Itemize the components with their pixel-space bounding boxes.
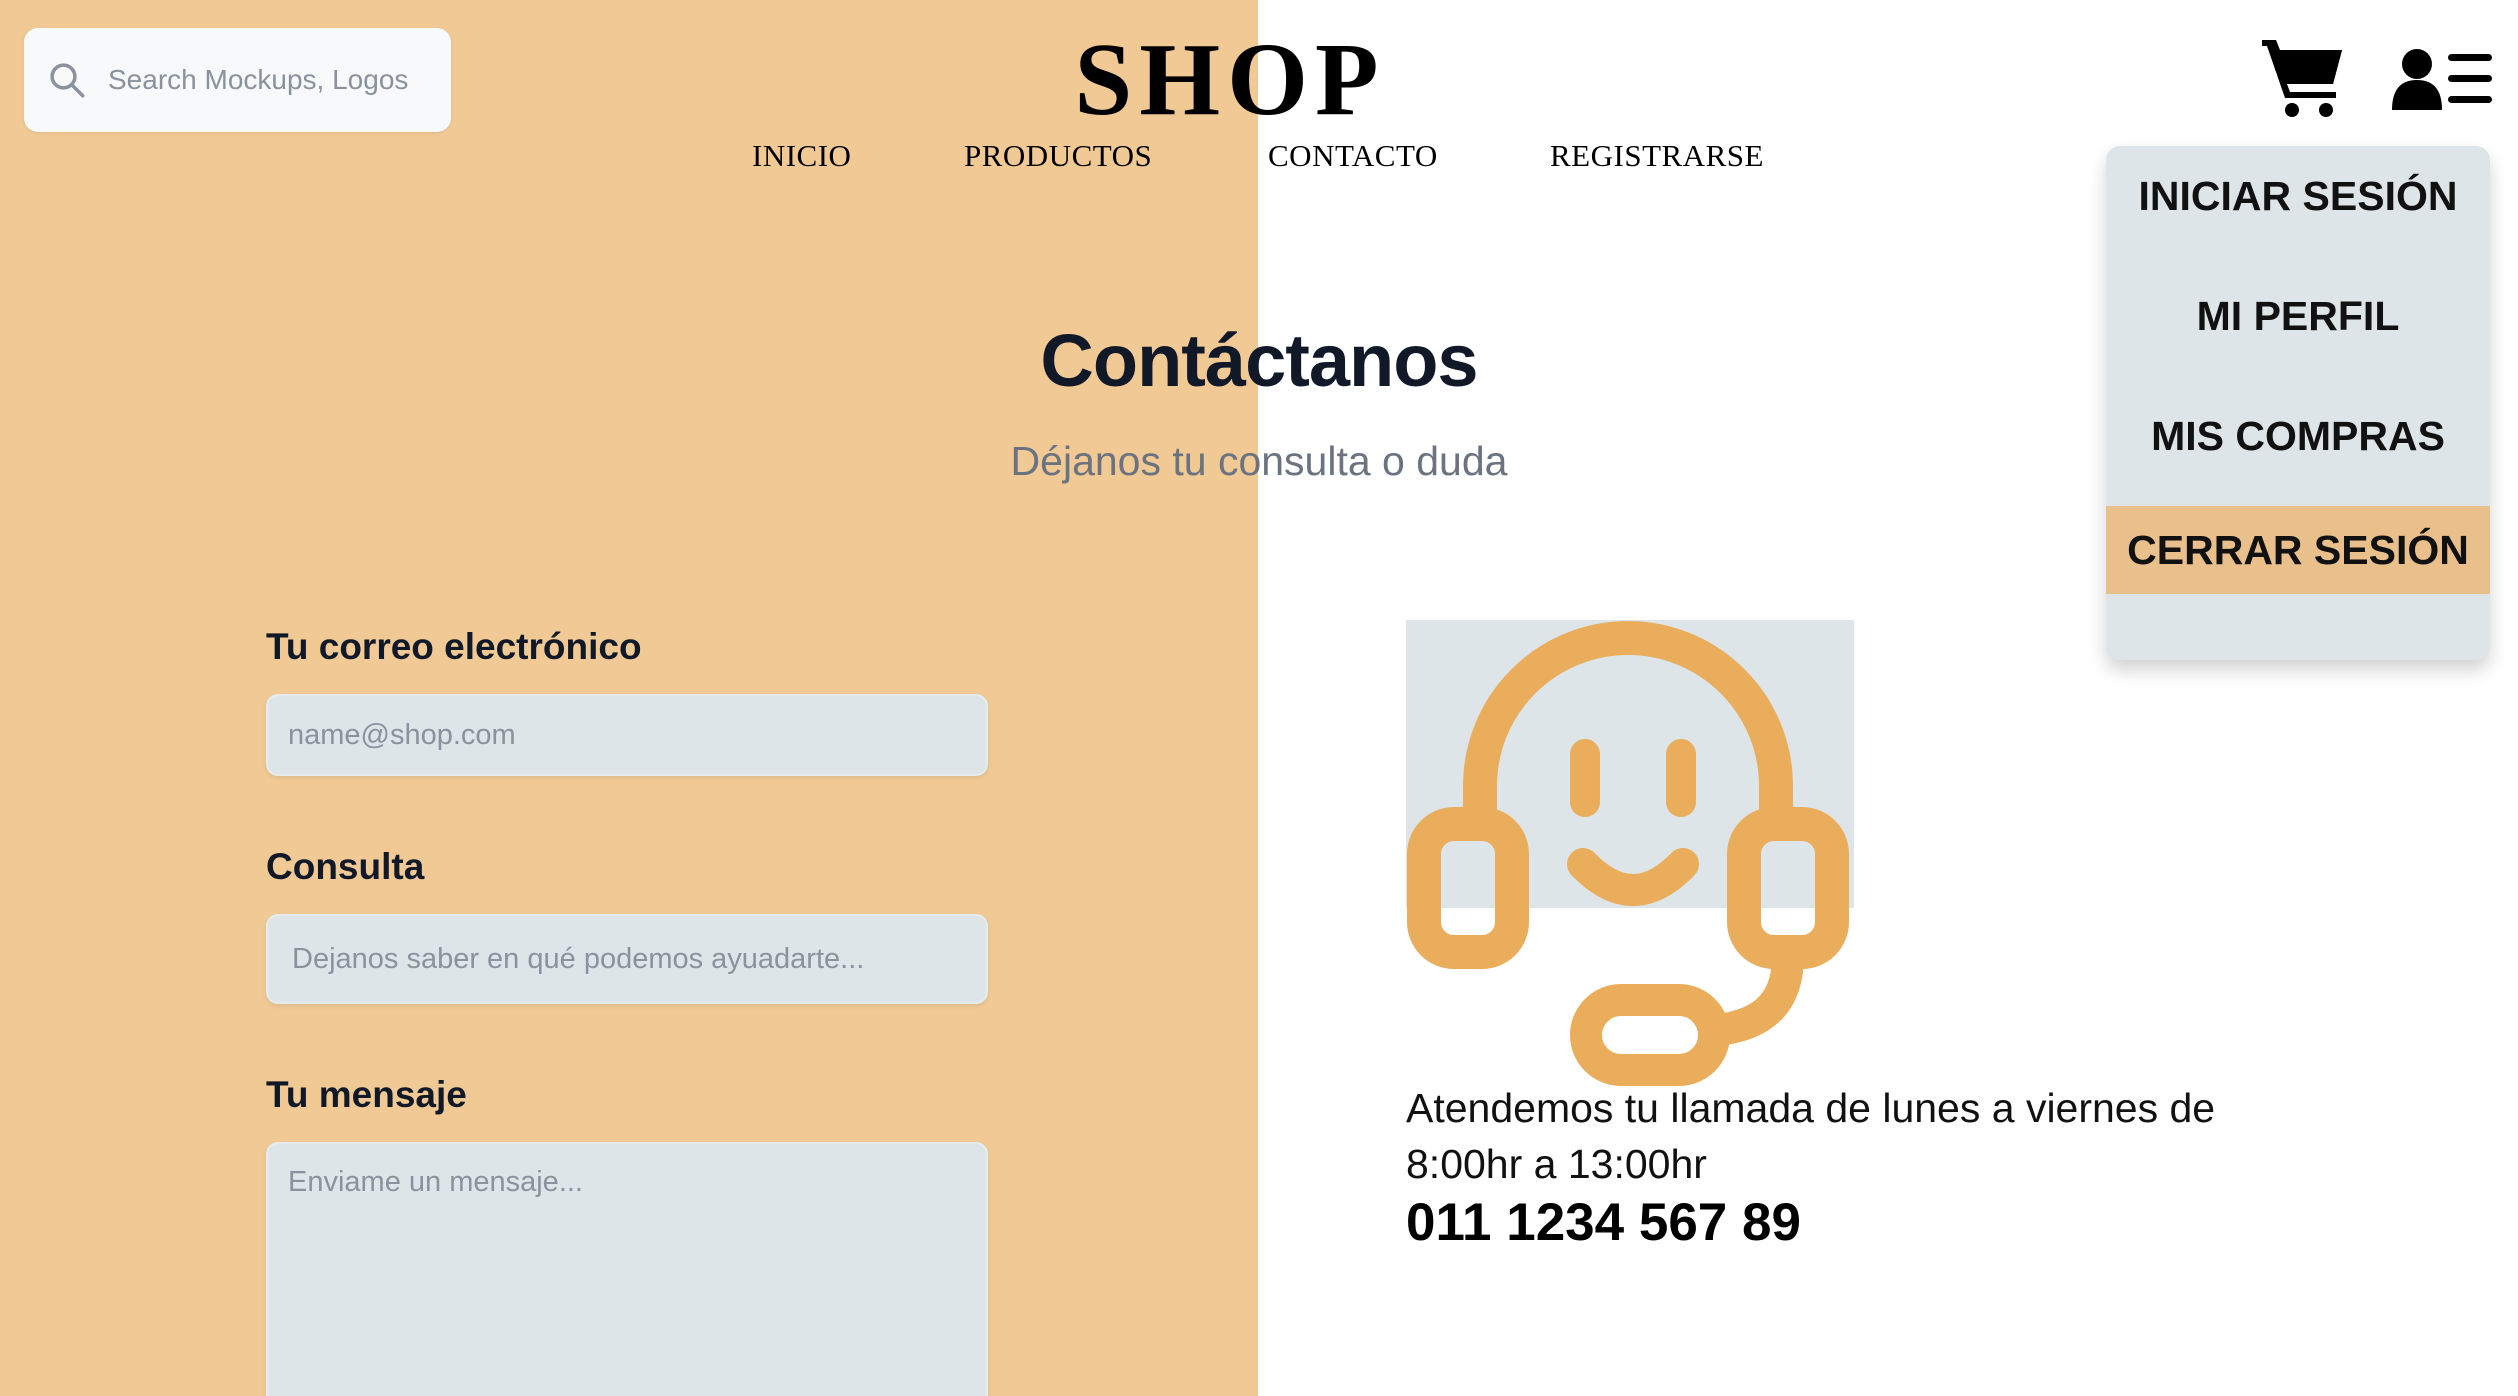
subject-field[interactable]	[266, 914, 988, 1004]
headset-support-icon	[1407, 621, 1849, 1086]
nav-item-inicio[interactable]: INICIO	[752, 134, 851, 178]
search-box[interactable]	[24, 28, 451, 132]
menu-item-iniciar-sesion[interactable]: INICIAR SESIÓN	[2106, 152, 2490, 240]
search-icon	[50, 63, 85, 98]
menu-item-cerrar-sesion[interactable]: CERRAR SESIÓN	[2106, 506, 2490, 594]
page-subtitle: Déjanos tu consulta o duda	[1010, 438, 1508, 484]
nav-item-contacto[interactable]: CONTACTO	[1268, 134, 1438, 178]
user-dropdown-menu: INICIAR SESIÓN MI PERFIL MIS COMPRAS CER…	[2106, 146, 2490, 660]
email-label: Tu correo electrónico	[266, 626, 642, 667]
support-phone[interactable]: 011 1234 567 89	[1406, 1192, 1801, 1253]
support-hours: Atendemos tu llamada de lunes a viernes …	[1406, 1085, 2216, 1187]
subject-label: Consulta	[266, 846, 425, 887]
user-menu-icon[interactable]	[2392, 48, 2494, 110]
email-field[interactable]	[266, 694, 988, 776]
nav-item-registrarse[interactable]: REGISTRARSE	[1550, 134, 1764, 178]
page-title: Contáctanos	[1040, 319, 1478, 402]
message-label: Tu mensaje	[266, 1074, 467, 1115]
contact-page: SHOP INICIO PRODUCTOS CONTACTO REGISTRAR…	[0, 0, 2518, 1396]
search-input[interactable]	[108, 64, 408, 96]
brand-logo[interactable]: SHOP	[1030, 20, 1430, 140]
message-field[interactable]	[266, 1142, 988, 1396]
cart-icon[interactable]	[2262, 38, 2344, 120]
nav-item-productos[interactable]: PRODUCTOS	[964, 134, 1152, 178]
